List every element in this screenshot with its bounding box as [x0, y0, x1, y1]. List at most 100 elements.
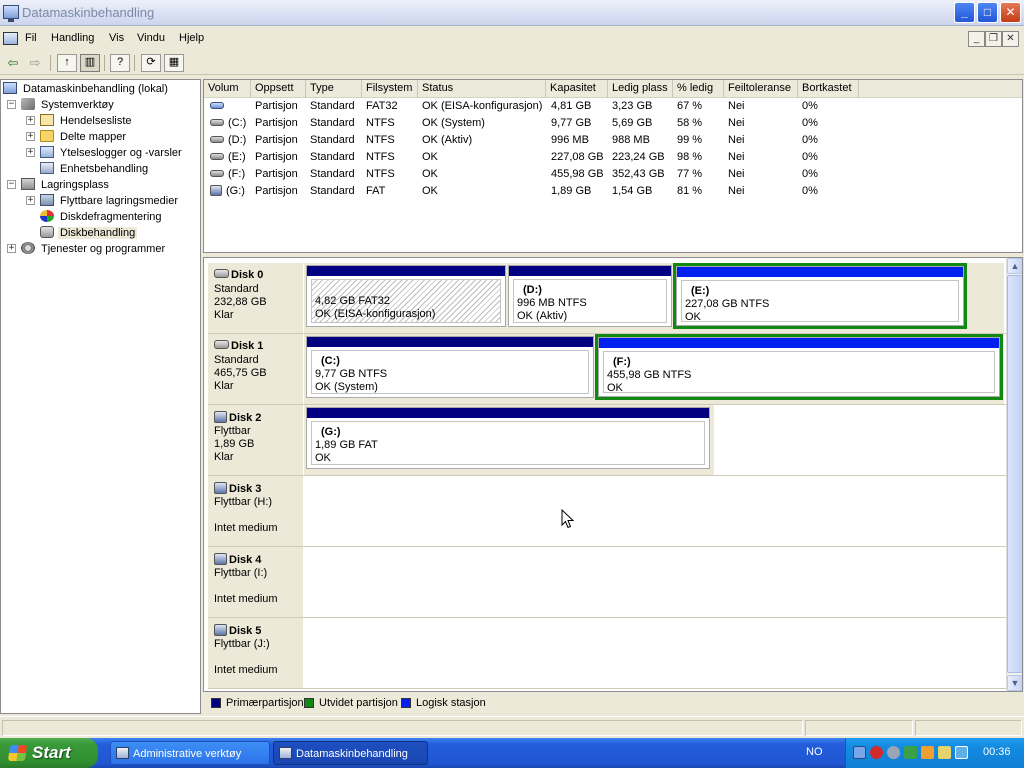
properties-icon[interactable]: ▦ — [164, 54, 184, 72]
vertical-scrollbar[interactable]: ▲ ▼ — [1006, 258, 1022, 691]
performance-icon — [40, 146, 54, 158]
column-header-bortkastet[interactable]: Bortkastet — [798, 80, 859, 98]
windows-flag-icon — [7, 745, 28, 761]
tree-node-eventviewer[interactable]: Hendelsesliste — [40, 113, 134, 129]
collapse-systemtools[interactable]: − — [7, 100, 16, 109]
sync-icon[interactable] — [887, 746, 900, 759]
maximize-button[interactable]: □ — [977, 2, 998, 23]
tree-node-systemtools[interactable]: Systemverktøy — [21, 97, 116, 113]
taskbar-item-computer-management[interactable]: Datamaskinbehandling — [273, 741, 428, 765]
primary-partition-swatch — [211, 698, 221, 708]
tree-node-storage[interactable]: Lagringsplass — [21, 177, 111, 193]
column-header-pct[interactable]: % ledig — [673, 80, 724, 98]
connection-icon[interactable] — [955, 746, 968, 759]
expand-eventviewer[interactable]: + — [26, 116, 35, 125]
column-header-oppsett[interactable]: Oppsett — [251, 80, 306, 98]
disk-label-2[interactable]: Disk 2 Flyttbar 1,89 GB Klar — [208, 405, 304, 475]
tree-node-sharedfolders[interactable]: Delte mapper — [40, 129, 128, 145]
volume-row[interactable]: (G:) Partisjon Standard FAT OK 1,89 GB 1… — [204, 183, 1022, 200]
volume-icon[interactable] — [921, 746, 934, 759]
computer-management-icon[interactable] — [3, 5, 19, 22]
back-arrow-icon[interactable]: ⇦ — [3, 54, 23, 72]
volume-row[interactable]: (F:) Partisjon Standard NTFS OK 455,98 G… — [204, 166, 1022, 183]
tree-node-root[interactable]: Datamaskinbehandling (lokal) — [3, 81, 170, 97]
volume-row[interactable]: (D:) Partisjon Standard NTFS OK (Aktiv) … — [204, 132, 1022, 149]
menu-bar: Fil Handling Vis Vindu Hjelp _ ❐ ✕ — [0, 27, 1024, 51]
scroll-up-arrow-icon[interactable]: ▲ — [1007, 258, 1022, 274]
disk-management-icon — [40, 226, 54, 238]
start-button[interactable]: Start — [0, 738, 98, 768]
column-header-volum[interactable]: Volum — [204, 80, 251, 98]
partition-c[interactable]: (C:) 9,77 GB NTFS OK (System) — [306, 336, 594, 398]
child-minimize-button[interactable]: _ — [968, 31, 985, 47]
tree-node-removable[interactable]: Flyttbare lagringsmedier — [40, 193, 180, 209]
mouse-cursor-icon — [561, 509, 574, 529]
disk-label-0[interactable]: Disk 0 Standard 232,88 GB Klar — [208, 263, 304, 333]
volume-row[interactable]: Partisjon Standard FAT32 OK (EISA-konfig… — [204, 98, 1022, 115]
disk-label-1[interactable]: Disk 1 Standard 465,75 GB Klar — [208, 334, 304, 404]
clock[interactable]: 00:36 — [983, 746, 1011, 758]
partition-e[interactable]: (E:) 227,08 GB NTFS OK — [676, 266, 964, 326]
tree-node-services[interactable]: Tjenester og programmer — [21, 241, 167, 257]
menu-view[interactable]: Vis — [109, 32, 124, 44]
up-folder-icon[interactable]: ↑ — [57, 54, 77, 72]
disk-label-3[interactable]: Disk 3 Flyttbar (H:) Intet medium — [208, 476, 304, 546]
child-restore-button[interactable]: ❐ — [985, 31, 1002, 47]
disk-label-5[interactable]: Disk 5 Flyttbar (J:) Intet medium — [208, 618, 304, 688]
mmc-icon[interactable] — [3, 32, 18, 45]
child-close-button[interactable]: ✕ — [1002, 31, 1019, 47]
tree-node-devicemanager[interactable]: Enhetsbehandling — [40, 161, 150, 177]
toolbar: ⇦ ⇨ ↑ ▥ ? ⟳ ▦ — [0, 51, 1024, 75]
taskbar-item-admin-tools[interactable]: Administrative verktøy — [110, 741, 270, 765]
scroll-down-arrow-icon[interactable]: ▼ — [1007, 675, 1022, 691]
partition-d[interactable]: (D:) 996 MB NTFS OK (Aktiv) — [508, 265, 672, 327]
menu-help[interactable]: Hjelp — [179, 32, 204, 44]
refresh-icon[interactable]: ⟳ — [141, 54, 161, 72]
expand-services[interactable]: + — [7, 244, 16, 253]
close-button[interactable]: ✕ — [1000, 2, 1021, 23]
column-header-filsystem[interactable]: Filsystem — [362, 80, 418, 98]
volume-row[interactable]: (E:) Partisjon Standard NTFS OK 227,08 G… — [204, 149, 1022, 166]
hard-disk-icon — [214, 340, 229, 349]
disk-label-4[interactable]: Disk 4 Flyttbar (I:) Intet medium — [208, 547, 304, 617]
column-header-feiltoleranse[interactable]: Feiltoleranse — [724, 80, 798, 98]
partition-disk0-fat32[interactable]: 4,82 GB FAT32 OK (EISA-konfigurasjon) — [306, 265, 506, 327]
language-indicator[interactable]: NO — [806, 746, 823, 758]
removable-disk-icon — [214, 624, 227, 636]
volume-row[interactable]: (C:) Partisjon Standard NTFS OK (System)… — [204, 115, 1022, 132]
show-hide-tree-icon[interactable]: ▥ — [80, 54, 100, 72]
removable-disk-icon — [214, 482, 227, 494]
tree-node-defrag[interactable]: Diskdefragmentering — [40, 209, 164, 225]
column-header-type[interactable]: Type — [306, 80, 362, 98]
tree-node-perflogs[interactable]: Ytelseslogger og -varsler — [40, 145, 184, 161]
forward-arrow-icon[interactable]: ⇨ — [25, 54, 45, 72]
menu-action[interactable]: Handling — [51, 32, 94, 44]
column-header-ledig[interactable]: Ledig plass — [608, 80, 673, 98]
column-header-kapasitet[interactable]: Kapasitet — [546, 80, 608, 98]
tree-node-diskmgmt[interactable]: Diskbehandling — [40, 225, 138, 241]
status-bar — [0, 716, 1024, 738]
scroll-thumb[interactable] — [1007, 275, 1022, 673]
toolbar-separator — [50, 55, 51, 71]
menu-window[interactable]: Vindu — [137, 32, 165, 44]
primary-partition-bar — [509, 266, 671, 276]
display-icon[interactable] — [938, 746, 951, 759]
minimize-button[interactable]: _ — [954, 2, 975, 23]
menu-file[interactable]: Fil — [25, 32, 37, 44]
expand-perflogs[interactable]: + — [26, 148, 35, 157]
toolbar-separator — [134, 55, 135, 71]
help-icon[interactable]: ? — [110, 54, 130, 72]
volume-list: Volum Oppsett Type Filsystem Status Kapa… — [203, 79, 1023, 253]
removable-volume-icon — [210, 185, 222, 196]
network-icon[interactable] — [853, 746, 866, 759]
hardware-icon[interactable] — [904, 746, 917, 759]
column-header-status[interactable]: Status — [418, 80, 546, 98]
collapse-storage[interactable]: − — [7, 180, 16, 189]
security-shield-icon[interactable] — [870, 746, 883, 759]
partition-f[interactable]: (F:) 455,98 GB NTFS OK — [598, 337, 1000, 397]
expand-removable[interactable]: + — [26, 196, 35, 205]
logical-drive-bar — [599, 338, 999, 348]
expand-sharedfolders[interactable]: + — [26, 132, 35, 141]
partition-g[interactable]: (G:) 1,89 GB FAT OK — [306, 407, 710, 469]
logical-drive-swatch — [401, 698, 411, 708]
